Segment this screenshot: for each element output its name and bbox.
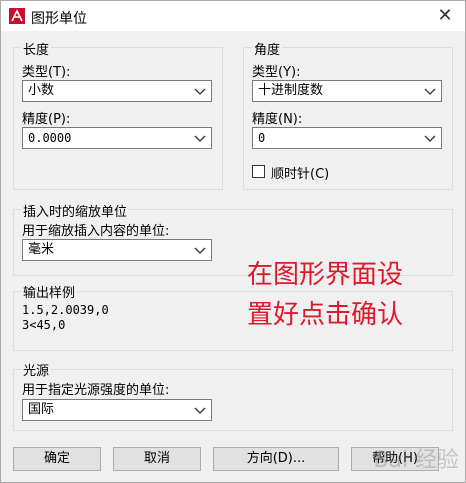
sample-line-2: 3<45,0 — [22, 318, 66, 332]
direction-button[interactable]: 方向(D)... — [213, 447, 339, 471]
clockwise-checkbox[interactable] — [252, 165, 265, 178]
annotation-text: 在图形界面设 置好点击确认 — [247, 255, 403, 335]
cancel-button[interactable]: 取消 — [113, 447, 201, 471]
annotation-line-1: 在图形界面设 — [247, 260, 404, 290]
insert-units-value: 毫米 — [28, 242, 55, 257]
angle-group-label: 角度 — [252, 39, 283, 58]
length-type-label: 类型(T): — [22, 65, 71, 80]
ok-button[interactable]: 确定 — [13, 447, 101, 471]
chevron-down-icon — [194, 88, 206, 95]
insert-units-label: 用于缩放插入内容的单位: — [22, 224, 170, 239]
lighting-units-select[interactable]: 国际 — [22, 399, 212, 421]
length-group-label: 长度 — [21, 39, 52, 58]
chevron-down-icon — [194, 135, 206, 142]
length-type-value: 小数 — [28, 83, 55, 98]
lighting-units-value: 国际 — [28, 402, 55, 417]
close-icon[interactable]: ✕ — [433, 5, 457, 27]
sample-line-1: 1.5,2.0039,0 — [22, 303, 109, 317]
lighting-units-label: 用于指定光源强度的单位: — [22, 383, 170, 398]
title-bar: 图形单位 ✕ — [1, 1, 465, 31]
length-precision-value: 0.0000 — [28, 131, 72, 145]
insert-group-label: 插入时的缩放单位 — [21, 201, 130, 220]
insert-units-select[interactable]: 毫米 — [22, 239, 212, 261]
angle-type-label: 类型(Y): — [252, 65, 301, 80]
chevron-down-icon — [424, 88, 436, 95]
length-type-select[interactable]: 小数 — [22, 80, 212, 102]
angle-precision-select[interactable]: 0 — [252, 127, 442, 149]
units-dialog: 图形单位 ✕ 长度 类型(T): 小数 精度(P): 0.0000 角度 类型(… — [0, 0, 466, 483]
chevron-down-icon — [194, 407, 206, 414]
angle-precision-label: 精度(N): — [252, 112, 303, 127]
dialog-title: 图形单位 — [31, 11, 87, 27]
watermark: Bai 经验 — [373, 448, 459, 473]
sample-group-label: 输出样例 — [21, 282, 78, 301]
angle-type-select[interactable]: 十进制度数 — [252, 80, 442, 102]
clockwise-label[interactable]: 顺时针(C) — [271, 163, 329, 182]
lighting-group-label: 光源 — [21, 360, 52, 379]
angle-precision-value: 0 — [258, 131, 266, 145]
chevron-down-icon — [424, 135, 436, 142]
angle-type-value: 十进制度数 — [258, 83, 324, 98]
length-precision-select[interactable]: 0.0000 — [22, 127, 212, 149]
autocad-app-icon — [9, 8, 25, 24]
annotation-line-2: 置好点击确认 — [247, 300, 404, 330]
length-precision-label: 精度(P): — [22, 112, 71, 127]
chevron-down-icon — [194, 247, 206, 254]
